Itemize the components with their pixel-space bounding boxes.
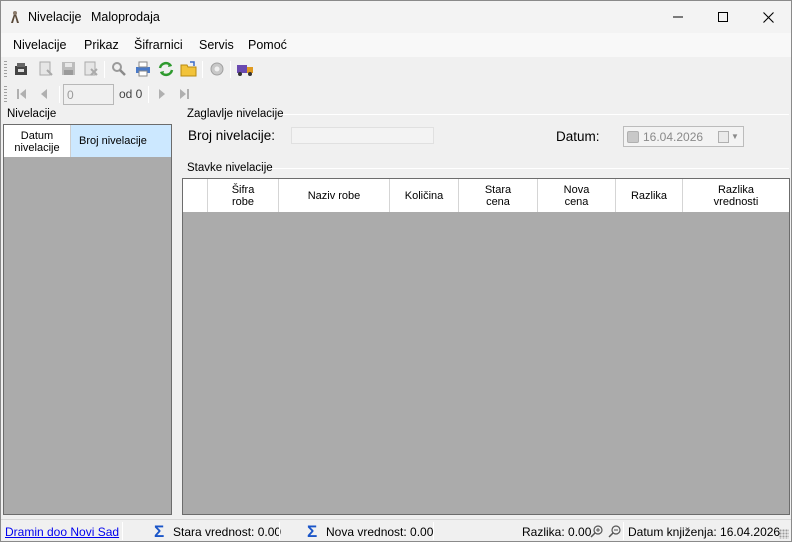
toolbar-separator [148, 86, 149, 103]
panel-splitter[interactable] [175, 107, 178, 517]
column-header-row-selector [183, 179, 208, 212]
nivelacije-grid[interactable]: Datum nivelacije Broj nivelacije [3, 124, 172, 515]
datum-knjizenja-status: Datum knjiženja: 16.04.2026 [628, 525, 781, 539]
datum-picker[interactable]: 16.04.2026 ▼ [623, 126, 744, 147]
group-divider [281, 114, 789, 115]
minimize-icon [673, 16, 683, 18]
navigator-toolbar: 0 od 0 [1, 82, 791, 107]
chevron-down-icon[interactable]: ▼ [731, 132, 739, 141]
column-header-razlika-vrednosti[interactable]: Razlika vrednosti [683, 179, 789, 212]
maximize-button[interactable] [700, 1, 746, 33]
column-header-razlika[interactable]: Razlika [616, 179, 683, 212]
status-separator [433, 522, 434, 540]
company-link[interactable]: Dramin doo Novi Sad [5, 525, 119, 539]
column-header-label: Količina [404, 189, 444, 202]
column-header-label: Nova cena [563, 183, 590, 208]
main-toolbar [1, 57, 791, 82]
toolbar-grip[interactable] [4, 61, 7, 78]
toolbar-separator [230, 61, 231, 78]
column-header-stara-cena[interactable]: Stara cena [459, 179, 538, 212]
sum-icon: Σ [307, 522, 318, 541]
column-header-nova-cena[interactable]: Nova cena [538, 179, 616, 212]
status-separator [122, 522, 123, 540]
calendar-icon[interactable] [718, 131, 729, 143]
resize-grip[interactable] [779, 529, 789, 539]
menu-nivelacije[interactable]: Nivelacije [13, 38, 67, 52]
first-record-icon[interactable] [13, 85, 31, 103]
datum-label: Datum: [556, 129, 600, 144]
column-header-broj-nivelacije[interactable]: Broj nivelacije [71, 125, 171, 157]
zoom-out-icon[interactable] [608, 524, 622, 538]
last-record-icon[interactable] [175, 85, 193, 103]
search-icon[interactable] [110, 60, 128, 78]
refresh-icon[interactable] [157, 60, 175, 78]
group-divider [271, 168, 789, 169]
truck-icon[interactable] [236, 60, 254, 78]
toolbar-separator [59, 86, 60, 103]
open-folder-icon[interactable] [180, 60, 198, 78]
stara-vrednost-status: Stara vrednost: 0.00 [173, 525, 282, 539]
datum-checkbox[interactable] [627, 131, 639, 143]
status-separator [279, 522, 280, 540]
column-header-label: Datum nivelacije [14, 130, 60, 154]
column-header-label: Razlika [630, 189, 668, 202]
window-subtitle: Maloprodaja [91, 10, 160, 24]
zaglavlje-group-label: Zaglavlje nivelacije [187, 108, 284, 120]
toolbar-grip[interactable] [4, 86, 7, 103]
close-button[interactable] [745, 1, 791, 33]
column-header-label: Stara cena [484, 183, 512, 208]
column-header-label: Naziv robe [307, 189, 361, 202]
menu-pomoc[interactable]: Pomoć [248, 38, 287, 52]
new-icon[interactable] [13, 60, 31, 78]
app-icon [11, 11, 19, 23]
sum-icon: Σ [154, 522, 165, 541]
stavke-grid[interactable]: Šifra robe Naziv robe Količina Stara cen… [182, 178, 790, 515]
maximize-icon [718, 12, 728, 22]
menu-bar: Nivelacije Prikaz Šifrarnici Servis Pomo… [1, 33, 791, 57]
edit-icon[interactable] [37, 60, 55, 78]
column-header-label: Broj nivelacije [79, 135, 147, 147]
column-header-label: Šifra robe [231, 183, 255, 208]
razlika-status: Razlika: 0.00 [522, 525, 592, 539]
broj-nivelacije-field[interactable] [291, 127, 434, 144]
datum-value: 16.04.2026 [643, 130, 704, 144]
settings-icon[interactable] [208, 60, 226, 78]
save-icon[interactable] [60, 60, 78, 78]
next-record-icon[interactable] [152, 85, 170, 103]
menu-sifrarnici[interactable]: Šifrarnici [134, 38, 183, 52]
column-header-datum-nivelacije[interactable]: Datum nivelacije [4, 125, 71, 157]
delete-icon[interactable] [82, 60, 100, 78]
previous-record-icon[interactable] [36, 85, 54, 103]
nova-vrednost-status: Nova vrednost: 0.00 [326, 525, 434, 539]
column-header-naziv-robe[interactable]: Naziv robe [279, 179, 390, 212]
toolbar-separator [104, 61, 105, 78]
menu-prikaz[interactable]: Prikaz [84, 38, 119, 52]
record-count-label: od 0 [119, 87, 143, 101]
app-window: Nivelacije Maloprodaja Nivelacije Prikaz… [0, 0, 792, 542]
title-bar: Nivelacije Maloprodaja [1, 1, 791, 33]
column-header-sifra-robe[interactable]: Šifra robe [208, 179, 279, 212]
nivelacije-grid-header: Datum nivelacije Broj nivelacije [4, 125, 171, 157]
menu-servis[interactable]: Servis [199, 38, 234, 52]
status-bar: Dramin doo Novi Sad Σ Stara vrednost: 0.… [1, 519, 791, 541]
record-position-input[interactable]: 0 [63, 84, 114, 105]
window-title: Nivelacije [28, 10, 82, 24]
minimize-button[interactable] [655, 1, 701, 33]
column-header-kolicina[interactable]: Količina [390, 179, 459, 212]
column-header-label: Razlika vrednosti [713, 183, 759, 208]
print-icon[interactable] [134, 60, 152, 78]
stavke-group-label: Stavke nivelacije [187, 162, 273, 174]
zoom-in-icon[interactable] [590, 524, 604, 538]
toolbar-separator [202, 61, 203, 78]
status-separator [623, 522, 624, 540]
close-icon [762, 11, 774, 23]
broj-nivelacije-label: Broj nivelacije: [188, 128, 276, 143]
stavke-grid-header: Šifra robe Naziv robe Količina Stara cen… [183, 179, 789, 212]
nivelacije-group-label: Nivelacije [7, 108, 57, 120]
